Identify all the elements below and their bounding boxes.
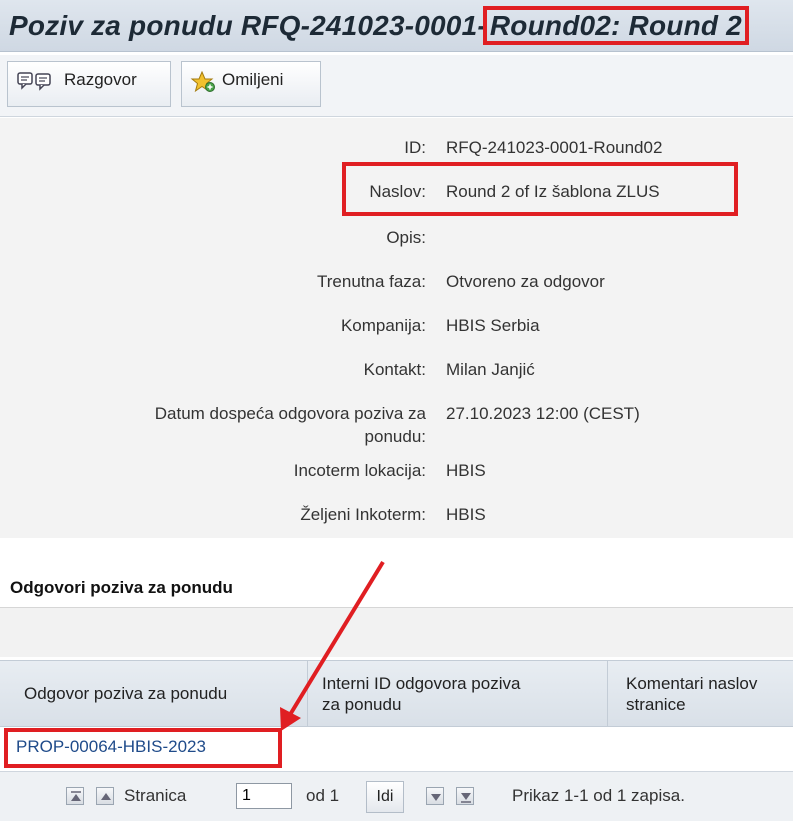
- column-header-comments-line1: Komentari naslov: [626, 674, 758, 693]
- due-date-value: 27.10.2023 12:00 (CEST): [446, 404, 640, 423]
- rfq-details-panel: ID: RFQ-241023-0001-Round02 Naslov: Roun…: [0, 118, 793, 538]
- pagination-bar: Stranica od 1 Idi Prikaz 1-1 od 1 zapisa…: [0, 771, 793, 821]
- go-button[interactable]: Idi: [366, 781, 404, 813]
- toolbar: Razgovor Omiljeni: [0, 55, 793, 117]
- incoterm-value: HBIS: [446, 505, 486, 524]
- column-header-response-label: Odgovor poziva za ponudu: [24, 684, 228, 703]
- column-header-internal-id-line1: Interni ID odgovora poziva: [322, 674, 521, 693]
- incoterm-location-value: HBIS: [446, 461, 486, 480]
- phase-value: Otvoreno za odgovor: [446, 272, 605, 291]
- company-value: HBIS Serbia: [446, 316, 540, 335]
- incoterm-location-label: Incoterm lokacija:: [293, 461, 426, 480]
- column-header-comments[interactable]: Komentari naslov stranice: [608, 661, 793, 728]
- conversation-button[interactable]: Razgovor: [7, 61, 171, 107]
- due-date-label-line2: ponudu:: [364, 427, 426, 446]
- phase-label: Trenutna faza:: [317, 272, 426, 291]
- record-summary: Prikaz 1-1 od 1 zapisa.: [512, 786, 685, 805]
- contact-label: Kontakt:: [363, 360, 426, 379]
- description-label: Opis:: [386, 228, 426, 247]
- column-header-response[interactable]: Odgovor poziva za ponudu: [0, 661, 308, 728]
- column-header-comments-line2: stranice: [626, 695, 686, 714]
- chat-bubbles-icon: [17, 72, 51, 91]
- page-title: Poziv za ponudu RFQ-241023-0001- Round02:…: [9, 6, 749, 45]
- incoterm-label: Željeni Inkoterm:: [300, 505, 426, 524]
- previous-page-icon[interactable]: [96, 787, 114, 805]
- title-highlight-box: [342, 162, 738, 216]
- conversation-label: Razgovor: [64, 70, 137, 89]
- id-value: RFQ-241023-0001-Round02: [446, 138, 663, 157]
- first-page-icon[interactable]: [66, 787, 84, 805]
- id-label: ID:: [404, 138, 426, 157]
- company-label: Kompanija:: [340, 316, 426, 335]
- next-page-icon[interactable]: [426, 787, 444, 805]
- page-label: Stranica: [124, 786, 187, 805]
- favorites-star-icon: [190, 71, 215, 93]
- table-row: PROP-00064-HBIS-2023: [0, 727, 793, 768]
- page-count: od 1: [306, 786, 340, 805]
- contact-value: Milan Janjić: [446, 360, 535, 379]
- responses-section-title: Odgovori poziva za ponudu: [10, 578, 233, 597]
- responses-table-header: Odgovor poziva za ponudu Interni ID odgo…: [0, 660, 793, 728]
- title-bar: Poziv za ponudu RFQ-241023-0001- Round02:…: [0, 0, 793, 52]
- page-title-prefix: Poziv za ponudu RFQ-241023-0001-: [9, 10, 487, 41]
- response-highlight-box: [4, 728, 282, 768]
- page-number-input[interactable]: [236, 783, 292, 809]
- due-date-label-line1: Datum dospeća odgovora poziva za: [154, 404, 426, 423]
- last-page-icon[interactable]: [456, 787, 474, 805]
- page-title-round: Round02: Round 2: [482, 6, 749, 45]
- column-header-internal-id-line2: za ponudu: [322, 695, 402, 714]
- column-header-internal-id[interactable]: Interni ID odgovora poziva za ponudu: [308, 661, 608, 728]
- favorites-button[interactable]: Omiljeni: [181, 61, 321, 107]
- favorites-label: Omiljeni: [222, 70, 284, 89]
- responses-toolbar-band: [0, 607, 793, 657]
